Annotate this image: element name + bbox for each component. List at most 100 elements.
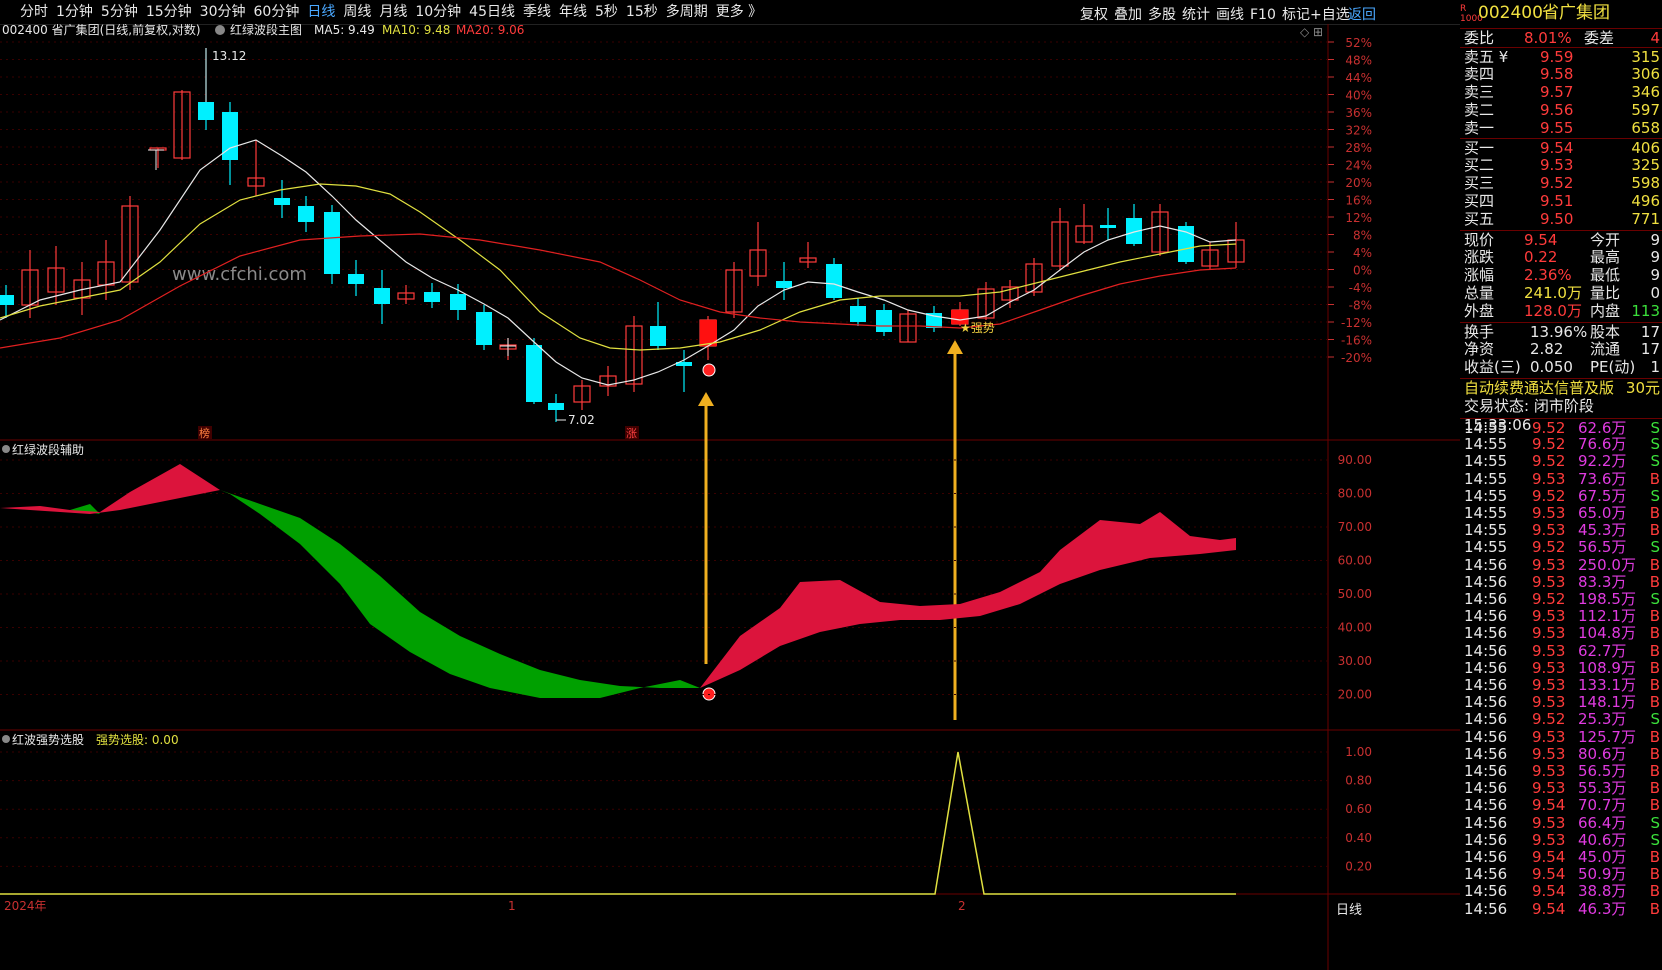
kline-chart-area[interactable]: 52% 48% 44% 40% 36% 32% 28% 24% 20% 16% 12% 8% 4% 0% -…: [0, 24, 1460, 970]
tick-side: B: [1649, 504, 1660, 522]
time-label: 2024年: [4, 899, 47, 913]
stat-value: 241.0万: [1524, 284, 1582, 302]
tick-side: S: [1650, 813, 1660, 832]
period-tab-8[interactable]: 月线: [379, 0, 407, 24]
tick-side: S: [1650, 830, 1660, 849]
tick-side: S: [1650, 452, 1660, 471]
stat-label: 最低: [1590, 266, 1621, 284]
pct-axis-label: 0%: [1353, 264, 1372, 278]
pct-axis-label: 32%: [1345, 124, 1372, 138]
ask-label: 卖二: [1464, 101, 1495, 119]
tick-time: 14:56: [1464, 882, 1508, 901]
period-tab-14[interactable]: 15秒: [626, 0, 658, 24]
period-tab-0[interactable]: 分时: [20, 0, 48, 24]
stat-row: 总量 241.0万 量比 0: [1460, 284, 1662, 303]
red-band-left: [0, 464, 220, 514]
promo-text: 自动续费通达信普及版: [1464, 379, 1615, 397]
period-tab-10[interactable]: 45日线: [469, 0, 515, 24]
tick-time: 14:56: [1464, 848, 1508, 866]
bid-volume: 771: [1631, 210, 1660, 228]
tick-price: 9.53: [1532, 624, 1566, 643]
tick-volume: 62.7万: [1578, 641, 1627, 660]
period-tab-2[interactable]: 5分钟: [101, 0, 138, 24]
candle-body-down: [476, 312, 492, 345]
tick-row: 14:56 9.53 55.3万 B: [1460, 779, 1662, 798]
pct-axis-label: 36%: [1345, 106, 1372, 120]
stat-label: 涨跌: [1464, 248, 1495, 266]
tick-side: S: [1650, 710, 1660, 729]
tick-time: 14:56: [1464, 572, 1508, 591]
tick-time: 14:56: [1464, 693, 1508, 712]
tick-price: 9.53: [1532, 779, 1566, 798]
period-tab-1[interactable]: 1分钟: [56, 0, 93, 24]
period-tab-16[interactable]: 更多 》: [716, 0, 762, 24]
candle-body-down: [548, 403, 564, 410]
sub2-axis-label: 0.80: [1345, 774, 1372, 788]
stock-name: 省广集团: [1542, 3, 1610, 23]
pct-axis-label: 48%: [1345, 54, 1372, 68]
tick-time: 14:56: [1464, 899, 1508, 918]
stat-value: 9: [1650, 248, 1660, 266]
tick-time: 14:56: [1464, 624, 1508, 643]
indicator-name: 红绿波段主图: [230, 24, 302, 37]
tick-time: 14:56: [1464, 676, 1508, 694]
tick-row: 14:56 9.53 148.1万 B: [1460, 693, 1662, 712]
stat-label: 总量: [1464, 284, 1495, 302]
arrow-head-2: [947, 340, 963, 354]
tick-time: 14:56: [1464, 779, 1508, 798]
period-tab-11[interactable]: 季线: [523, 0, 551, 24]
tick-time: 14:56: [1464, 796, 1508, 815]
period-toolbar: 分时 1分钟 5分钟 15分钟 30分钟 60分钟 日线 周线 月线 10分钟 45日线 季线 年线 5秒…: [0, 0, 1460, 25]
period-tab-9[interactable]: 10分钟: [415, 0, 461, 24]
tick-side: B: [1649, 676, 1660, 694]
stat-value: 0: [1650, 284, 1660, 302]
period-tab-5[interactable]: 60分钟: [254, 0, 300, 24]
stock-code: 002400: [1478, 3, 1543, 23]
period-tab-3[interactable]: 15分钟: [146, 0, 192, 24]
candle-body-down: [850, 306, 866, 322]
tick-time: 14:56: [1464, 762, 1508, 780]
tick-volume: 67.5万: [1578, 486, 1627, 505]
weicha-value: 4: [1650, 29, 1660, 47]
time-label: 2: [958, 899, 966, 913]
stat2-label: 净资: [1464, 340, 1495, 358]
stat-label: 外盘: [1464, 302, 1495, 320]
stat-label: 内盘: [1590, 302, 1621, 320]
tick-row: 14:55 9.53 65.0万 B: [1460, 504, 1662, 523]
sub1-settings-icon: [2, 445, 10, 453]
candle-body-down: [348, 274, 364, 284]
tick-row: 14:55 9.52 92.2万 S: [1460, 452, 1662, 471]
candle-body-down: [0, 295, 14, 305]
tick-row: 14:56 9.53 125.7万 B: [1460, 728, 1662, 747]
pct-axis-label: 16%: [1345, 194, 1372, 208]
green-band: [220, 490, 700, 698]
sub2-axis-label: 0.40: [1345, 831, 1372, 845]
stat2-value: 2.82: [1530, 340, 1564, 358]
sub2-value: 强势选股: 0.00: [96, 733, 179, 747]
sub2-settings-icon: [2, 735, 10, 743]
tick-price: 9.53: [1532, 641, 1566, 660]
sub1-title: 红绿波段辅助: [12, 442, 84, 457]
period-tab-4[interactable]: 30分钟: [200, 0, 246, 24]
period-tab-15[interactable]: 多周期: [666, 0, 708, 24]
tick-volume: 55.3万: [1578, 779, 1627, 798]
tick-row: 14:56 9.52 198.5万 S: [1460, 590, 1662, 609]
tick-row: 14:56 9.53 133.1万 B: [1460, 676, 1662, 695]
period-tab-13[interactable]: 5秒: [595, 0, 618, 24]
tick-side: S: [1650, 486, 1660, 505]
period-tab-12[interactable]: 年线: [559, 0, 587, 24]
tick-volume: 112.1万: [1578, 607, 1636, 626]
candle-body-down: [876, 310, 892, 332]
weibi-row: 委比 8.01% 委差 4: [1460, 28, 1662, 48]
tick-side: B: [1649, 555, 1660, 574]
ma10-label: MA10: 9.48: [382, 24, 450, 37]
tick-volume: 148.1万: [1578, 693, 1636, 712]
tick-row: 14:56 9.53 250.0万 B: [1460, 556, 1662, 575]
quote-header: R 1000 002400 省广集团: [1460, 4, 1662, 26]
ask-row: 卖五 ¥9.59 315: [1460, 47, 1662, 67]
period-tabs: 分时 1分钟 5分钟 15分钟 30分钟 60分钟 日线 周线 月线 10分钟 45日线 季线 年线 5秒…: [20, 0, 770, 24]
candle-body-down: [424, 292, 440, 302]
bid-price: 9.53: [1540, 156, 1574, 174]
period-tab-6[interactable]: 日线: [307, 0, 335, 24]
period-tab-7[interactable]: 周线: [343, 0, 371, 24]
